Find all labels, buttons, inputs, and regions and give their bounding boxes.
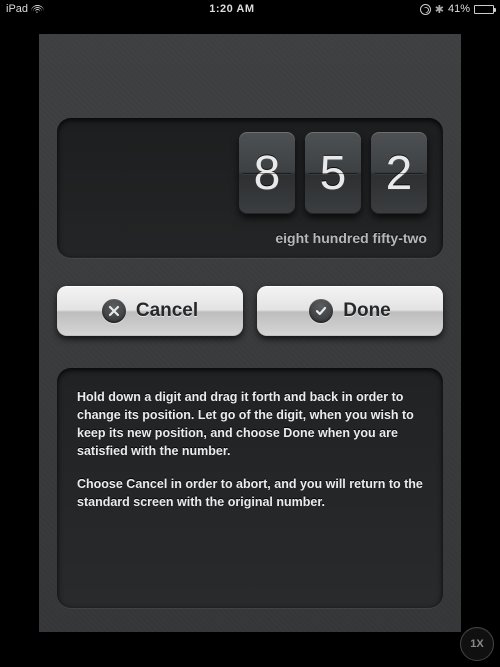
check-icon bbox=[309, 299, 333, 323]
wifi-icon bbox=[32, 4, 44, 14]
status-time: 1:20 AM bbox=[44, 3, 420, 15]
digit-tile[interactable]: 8 bbox=[239, 132, 295, 214]
battery-icon bbox=[474, 5, 494, 14]
digit-glyph: 2 bbox=[386, 146, 413, 201]
help-paragraph: Hold down a digit and drag it forth and … bbox=[77, 388, 423, 461]
scale-badge[interactable]: 1X bbox=[460, 627, 494, 661]
close-icon bbox=[102, 299, 126, 323]
digit-glyph: 8 bbox=[254, 146, 281, 201]
battery-percentage: 41% bbox=[448, 3, 470, 15]
digit-tile[interactable]: 5 bbox=[305, 132, 361, 214]
bluetooth-icon: ✱ bbox=[435, 3, 444, 16]
done-label: Done bbox=[343, 300, 391, 322]
help-panel: Hold down a digit and drag it forth and … bbox=[57, 368, 443, 608]
help-paragraph: Choose Cancel in order to abort, and you… bbox=[77, 475, 423, 511]
cancel-button[interactable]: Cancel bbox=[57, 286, 243, 336]
status-left: iPad bbox=[6, 3, 44, 15]
app-surface: 8 5 2 eight hundred fifty-two Cancel Don… bbox=[39, 34, 461, 632]
device-label: iPad bbox=[6, 3, 28, 15]
digits-row: 8 5 2 bbox=[73, 132, 427, 216]
status-right: ✱ 41% bbox=[420, 3, 494, 16]
button-row: Cancel Done bbox=[57, 286, 443, 336]
status-bar: iPad 1:20 AM ✱ 41% bbox=[0, 0, 500, 18]
number-words: eight hundred fifty-two bbox=[73, 230, 427, 246]
cancel-label: Cancel bbox=[136, 300, 198, 322]
done-button[interactable]: Done bbox=[257, 286, 443, 336]
digit-tile[interactable]: 2 bbox=[371, 132, 427, 214]
digit-glyph: 5 bbox=[320, 146, 347, 201]
orientation-lock-icon bbox=[420, 4, 431, 15]
number-display: 8 5 2 eight hundred fifty-two bbox=[57, 118, 443, 258]
